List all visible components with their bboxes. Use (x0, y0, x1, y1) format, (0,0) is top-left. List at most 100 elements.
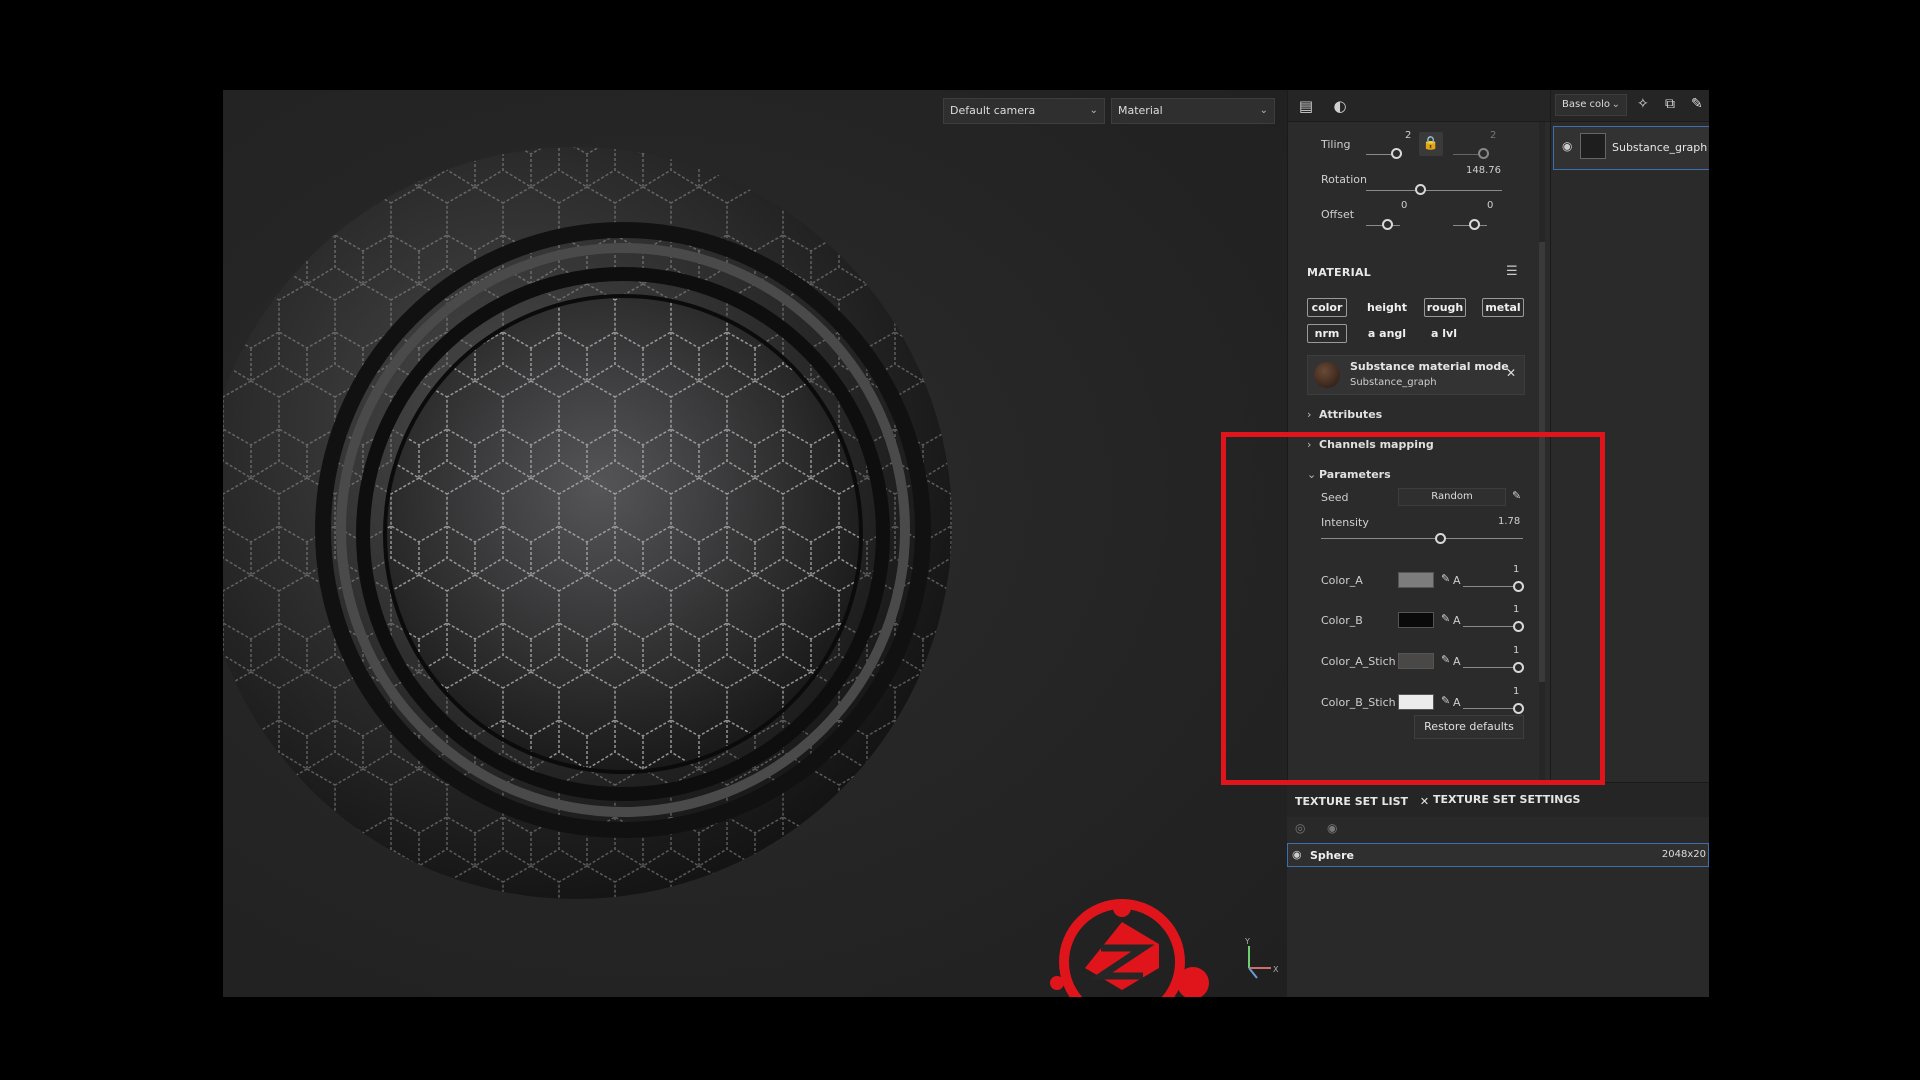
tiling-v-knob[interactable] (1478, 148, 1489, 159)
eyedropper-icon[interactable]: ✎ (1441, 572, 1450, 585)
eyedropper-icon[interactable]: ✎ (1441, 612, 1450, 625)
restore-defaults-button[interactable]: Restore defaults (1414, 715, 1524, 739)
texture-set-panel: TEXTURE SET LIST ✕ TEXTURE SET SETTINGS … (1287, 782, 1709, 997)
tab-texture-set-list-label: TEXTURE SET LIST (1295, 795, 1409, 808)
chip-a-angl[interactable]: a angl (1365, 324, 1409, 343)
color-swatch[interactable] (1398, 694, 1434, 710)
mask-icon[interactable]: ⧉ (1665, 96, 1675, 112)
eyedropper-icon[interactable]: ✎ (1441, 653, 1450, 666)
channels-mapping-label: Channels mapping (1319, 438, 1434, 451)
color-param-label: Color_A_Stich (1321, 655, 1396, 668)
channel-dropdown[interactable]: Base colo ⌄ (1555, 94, 1627, 116)
layers-toolbar: Base colo ⌄ ✧ ⧉ ✎ (1551, 90, 1709, 122)
chip-color[interactable]: color (1307, 298, 1347, 317)
scrollbar-thumb[interactable] (1539, 242, 1545, 682)
properties-panel: ▤ ◐ Tiling 2 🔒 2 Rotation 148.76 Offset … (1287, 90, 1550, 782)
list-menu-icon[interactable]: ☰ (1506, 264, 1518, 279)
parameters-label: Parameters (1319, 468, 1391, 481)
material-preview-sphere[interactable]: Y X (223, 90, 1287, 997)
rotation-slider[interactable] (1366, 190, 1502, 191)
close-icon[interactable]: ✕ (1506, 366, 1516, 380)
color-swatch[interactable] (1398, 572, 1434, 588)
alpha-label: A (1453, 614, 1461, 627)
hide-icon[interactable]: ◎ (1295, 821, 1305, 835)
substance-material-card[interactable]: Substance material mode Substance_graph … (1307, 355, 1525, 395)
eye-icon[interactable]: ◉ (1562, 139, 1572, 153)
chevron-down-icon: ⌄ (1307, 468, 1317, 481)
axis-x-label: X (1273, 965, 1279, 974)
intensity-slider[interactable] (1321, 538, 1523, 539)
layers-panel: Base colo ⌄ ✧ ⧉ ✎ ◉ Substance_graph (1550, 90, 1709, 782)
parameters-expander[interactable]: ⌄ Parameters (1307, 468, 1391, 481)
alpha-value: 1 (1513, 686, 1520, 697)
offset-u-knob[interactable] (1382, 219, 1393, 230)
tiling-u-knob[interactable] (1391, 148, 1402, 159)
rotation-value: 148.76 (1466, 165, 1501, 176)
alpha-knob[interactable] (1513, 581, 1524, 592)
alpha-slider[interactable] (1463, 708, 1519, 709)
substance-logo (1050, 899, 1209, 997)
texture-set-tabs: TEXTURE SET LIST ✕ TEXTURE SET SETTINGS (1287, 783, 1709, 817)
attributes-expander[interactable]: › Attributes (1307, 408, 1382, 421)
tab-texture-set-list[interactable]: TEXTURE SET LIST ✕ (1289, 783, 1436, 817)
alpha-label: A (1453, 574, 1461, 587)
render-mode-value: Material (1118, 104, 1163, 117)
alpha-value: 1 (1513, 604, 1520, 615)
chip-a-lvl[interactable]: a lvl (1424, 324, 1464, 343)
eye-icon[interactable]: ◉ (1327, 821, 1337, 835)
scrollbar-track[interactable] (1539, 122, 1545, 782)
material-ball-icon[interactable]: ◐ (1330, 96, 1350, 116)
offset-v-knob[interactable] (1469, 219, 1480, 230)
alpha-knob[interactable] (1513, 621, 1524, 632)
rotation-knob[interactable] (1415, 184, 1426, 195)
alpha-slider[interactable] (1463, 586, 1519, 587)
painter-window: Y X Default camera ⌄ Material ⌄ ▤ ◐ Tili… (223, 90, 1709, 997)
render-mode-dropdown[interactable]: Material ⌄ (1111, 98, 1275, 124)
texture-set-resolution: 2048x20 (1661, 849, 1706, 860)
alpha-value: 1 (1513, 645, 1520, 656)
eyedropper-icon[interactable]: ✎ (1441, 694, 1450, 707)
layer-properties-icon[interactable]: ▤ (1296, 96, 1316, 116)
alpha-label: A (1453, 696, 1461, 709)
alpha-knob[interactable] (1513, 662, 1524, 673)
chip-rough[interactable]: rough (1424, 298, 1466, 317)
color-swatch[interactable] (1398, 653, 1434, 669)
material-thumbnail-icon (1314, 362, 1340, 388)
seed-label: Seed (1321, 491, 1349, 504)
magic-wand-icon[interactable]: ✧ (1637, 96, 1649, 112)
layer-name: Substance_graph (1612, 141, 1708, 154)
channels-mapping-expander[interactable]: › Channels mapping (1307, 438, 1434, 451)
chip-height[interactable]: height (1365, 298, 1409, 317)
color-param-label: Color_B_Stich (1321, 696, 1396, 709)
intensity-value: 1.78 (1498, 516, 1521, 527)
color-param-label: Color_B (1321, 614, 1363, 627)
pencil-icon[interactable]: ✎ (1512, 489, 1521, 502)
camera-dropdown[interactable]: Default camera ⌄ (943, 98, 1105, 124)
offset-label: Offset (1321, 208, 1355, 221)
layer-row-substance-graph[interactable]: ◉ Substance_graph (1553, 126, 1709, 170)
brush-icon[interactable]: ✎ (1691, 96, 1703, 112)
chevron-down-icon: ⌄ (1089, 105, 1098, 116)
layer-thumbnail (1580, 133, 1606, 159)
texture-set-name: Sphere (1310, 849, 1354, 862)
alpha-label: A (1453, 655, 1461, 668)
chevron-right-icon: › (1307, 438, 1312, 451)
offset-u-value: 0 (1401, 200, 1408, 211)
axis-gizmo: Y X (1244, 937, 1279, 979)
alpha-slider[interactable] (1463, 626, 1519, 627)
texture-set-row-sphere[interactable]: ◉ Sphere 2048x20 (1287, 843, 1709, 867)
properties-tabs: ▤ ◐ (1288, 90, 1550, 122)
color-swatch[interactable] (1398, 612, 1434, 628)
tiling-v-value: 2 (1490, 130, 1497, 141)
alpha-slider[interactable] (1463, 667, 1519, 668)
seed-random-button[interactable]: Random (1398, 488, 1506, 506)
alpha-knob[interactable] (1513, 703, 1524, 714)
chip-nrm[interactable]: nrm (1307, 324, 1347, 343)
tab-texture-set-settings[interactable]: TEXTURE SET SETTINGS (1427, 783, 1586, 817)
lock-icon[interactable]: 🔒 (1419, 132, 1443, 156)
chip-metal[interactable]: metal (1482, 298, 1524, 317)
3d-viewport[interactable]: Y X Default camera ⌄ Material ⌄ (223, 90, 1287, 997)
camera-dropdown-value: Default camera (950, 104, 1036, 117)
eye-icon[interactable]: ◉ (1292, 848, 1302, 861)
intensity-knob[interactable] (1435, 533, 1447, 544)
